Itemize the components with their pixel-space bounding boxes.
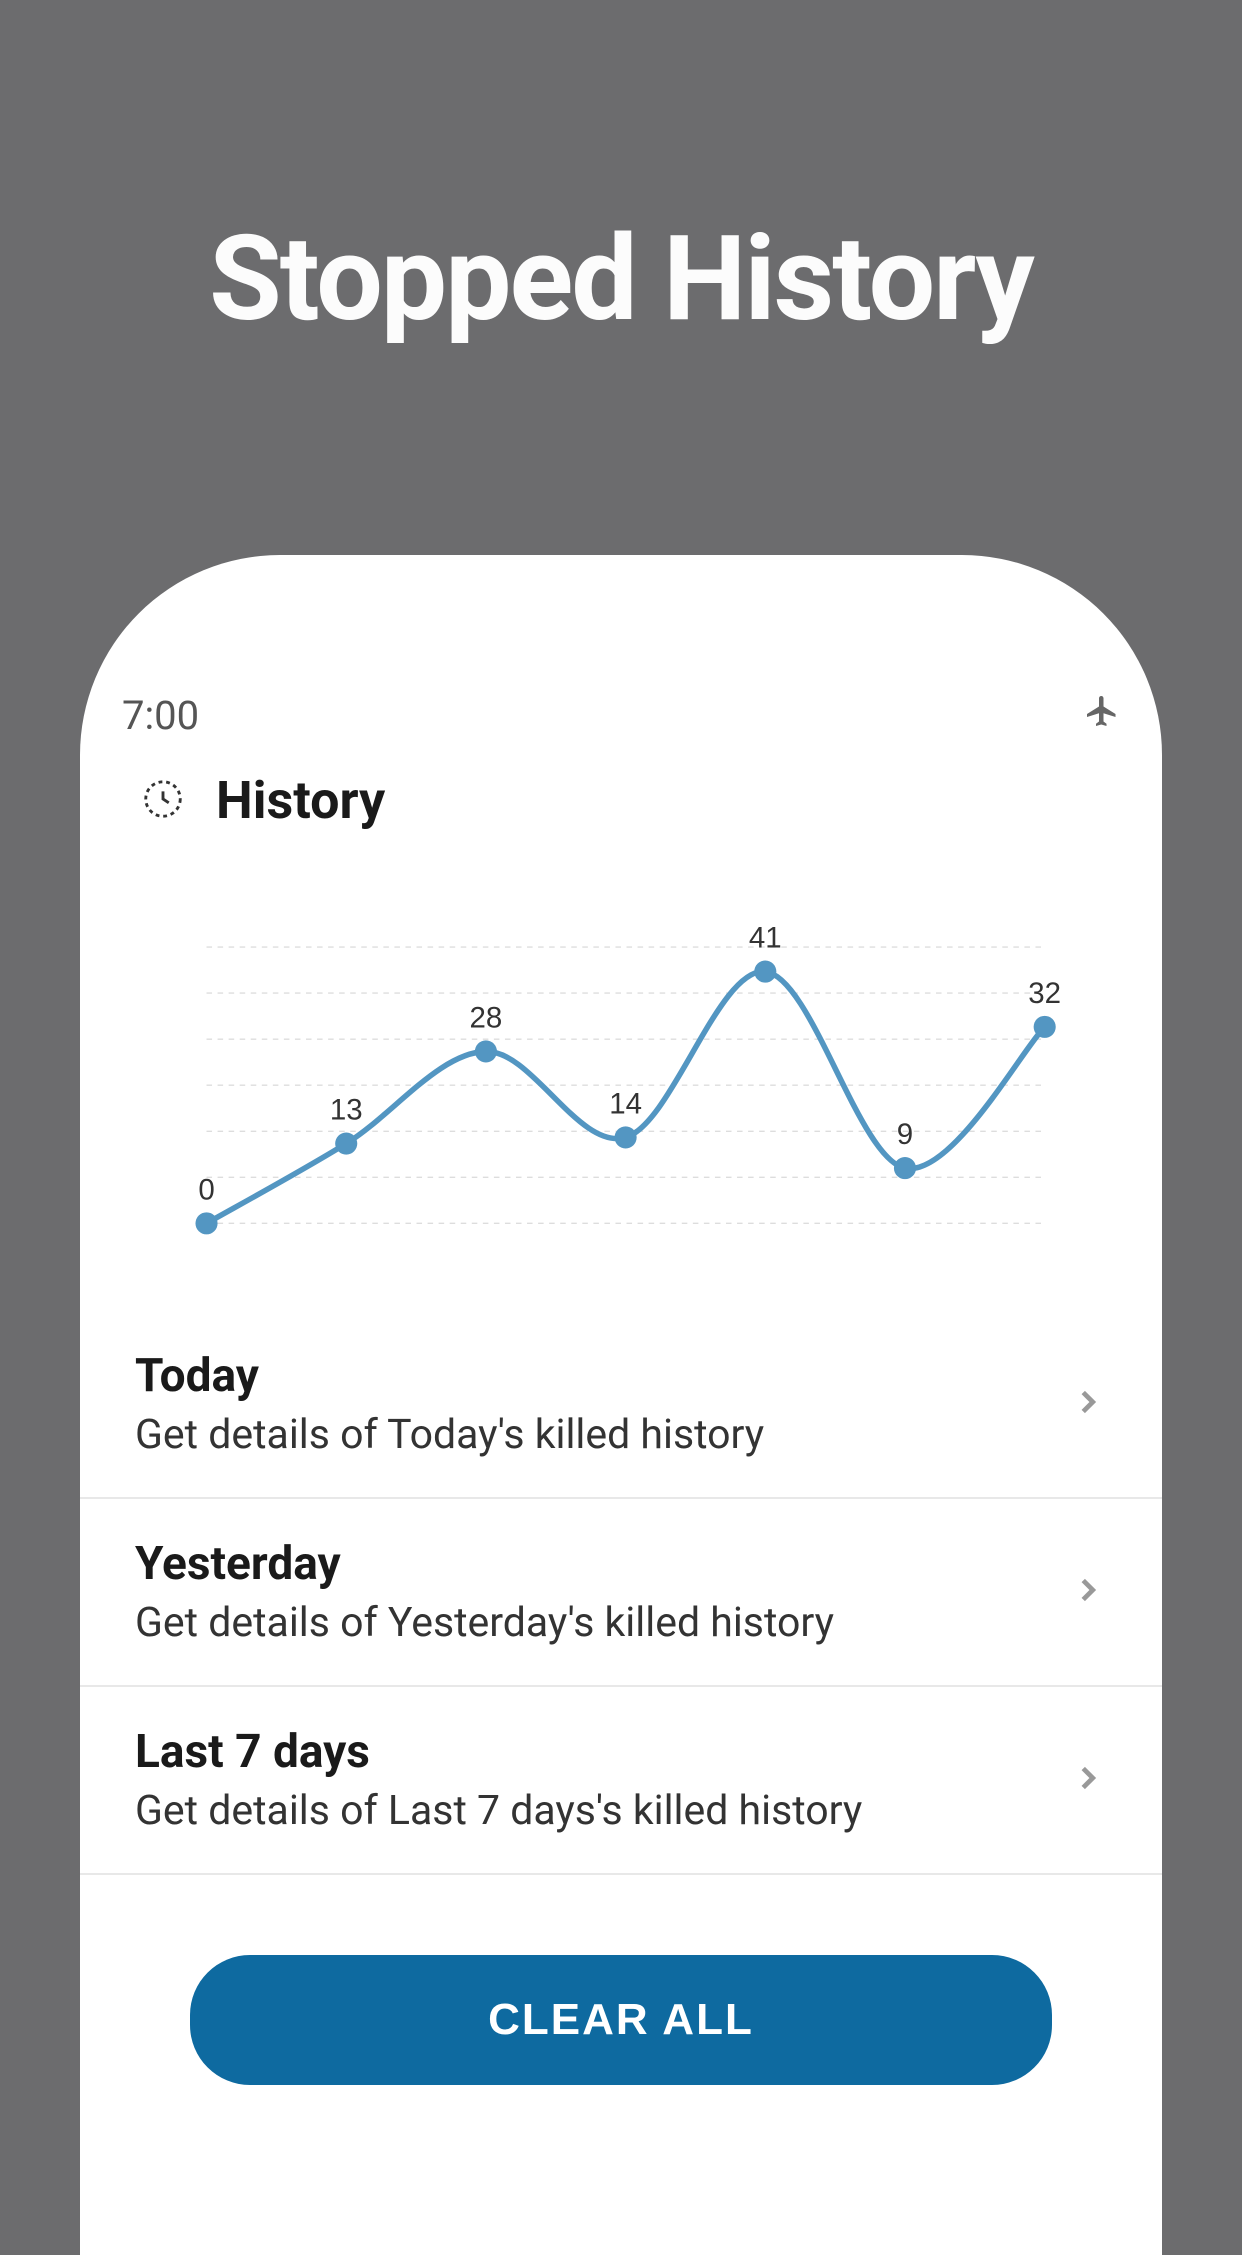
status-time: 7:00 <box>122 692 199 739</box>
history-icon <box>140 776 186 826</box>
list-item-today[interactable]: Today Get details of Today's killed hist… <box>80 1311 1162 1499</box>
list-item-last7days[interactable]: Last 7 days Get details of Last 7 days's… <box>80 1687 1162 1875</box>
list-item-title: Yesterday <box>135 1537 834 1591</box>
list-item-title: Last 7 days <box>135 1725 862 1779</box>
list-item-title: Today <box>135 1349 764 1403</box>
list-item-content: Last 7 days Get details of Last 7 days's… <box>135 1725 862 1835</box>
svg-text:41: 41 <box>749 922 782 955</box>
svg-text:0: 0 <box>198 1173 214 1206</box>
svg-text:13: 13 <box>330 1094 363 1127</box>
svg-text:14: 14 <box>609 1087 642 1120</box>
airplane-mode-icon <box>1084 692 1120 739</box>
app-title: History <box>216 770 385 831</box>
list-item-subtitle: Get details of Today's killed history <box>135 1411 764 1459</box>
list-item-subtitle: Get details of Last 7 days's killed hist… <box>135 1787 862 1835</box>
status-bar: 7:00 <box>80 680 1162 750</box>
phone-top-bezel <box>80 555 1162 680</box>
svg-text:28: 28 <box>470 1001 503 1034</box>
svg-text:9: 9 <box>897 1118 913 1151</box>
list-item-yesterday[interactable]: Yesterday Get details of Yesterday's kil… <box>80 1499 1162 1687</box>
chevron-right-icon <box>1069 1571 1107 1613</box>
history-chart: 0 13 28 14 41 9 32 <box>80 861 1162 1311</box>
chevron-right-icon <box>1069 1383 1107 1425</box>
list-item-content: Yesterday Get details of Yesterday's kil… <box>135 1537 834 1647</box>
list-item-subtitle: Get details of Yesterday's killed histor… <box>135 1599 834 1647</box>
hero-title: Stopped History <box>0 0 1242 348</box>
app-header: History <box>80 750 1162 861</box>
clear-all-button[interactable]: CLEAR ALL <box>190 1955 1052 2085</box>
phone-frame: 7:00 History 0 13 28 14 41 9 32 Today Get deta… <box>80 555 1162 2255</box>
list-item-content: Today Get details of Today's killed hist… <box>135 1349 764 1459</box>
svg-text:32: 32 <box>1028 977 1061 1010</box>
chevron-right-icon <box>1069 1759 1107 1801</box>
